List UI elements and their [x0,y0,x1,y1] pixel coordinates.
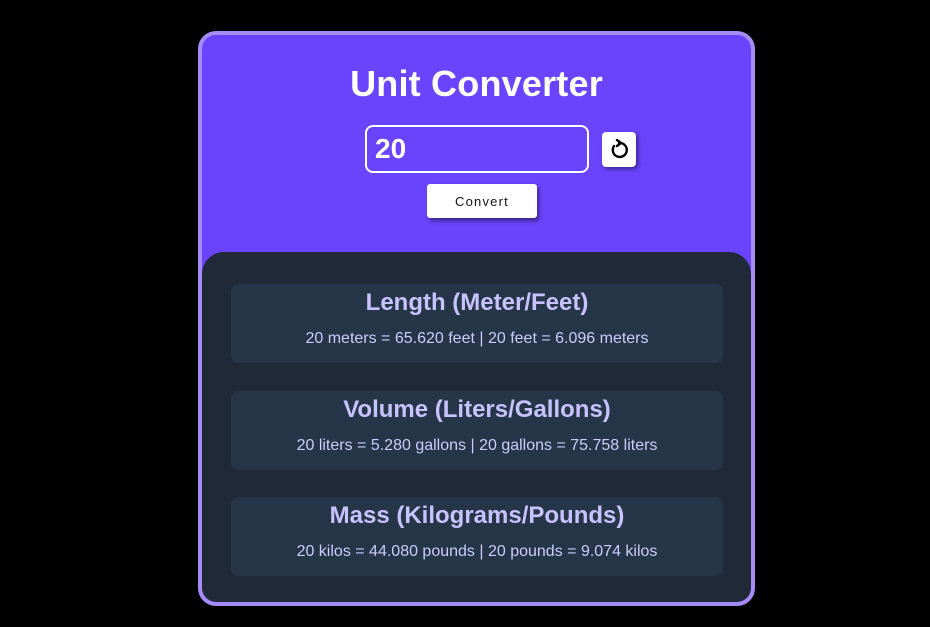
result-text: 20 kilos = 44.080 pounds | 20 pounds = 9… [296,543,658,560]
page-title: Unit Converter [350,63,603,104]
convert-button[interactable]: Convert [427,184,537,218]
converter-card: Unit Converter Convert Length (Meter/Fee… [198,31,755,606]
result-text: 20 liters = 5.280 gallons | 20 gallons =… [296,437,658,454]
value-input[interactable] [365,125,589,173]
result-card-volume: Volume (Liters/Gallons) 20 liters = 5.28… [231,391,723,470]
result-card-mass: Mass (Kilograms/Pounds) 20 kilos = 44.08… [231,497,723,576]
result-card-length: Length (Meter/Feet) 20 meters = 65.620 f… [231,284,723,363]
results-panel: Length (Meter/Feet) 20 meters = 65.620 f… [202,252,751,602]
result-title: Volume (Liters/Gallons) [343,396,611,423]
refresh-icon [608,138,630,161]
reset-button[interactable] [602,132,636,167]
result-text: 20 meters = 65.620 feet | 20 feet = 6.09… [305,330,649,347]
result-title: Length (Meter/Feet) [365,289,589,316]
result-title: Mass (Kilograms/Pounds) [329,502,625,529]
